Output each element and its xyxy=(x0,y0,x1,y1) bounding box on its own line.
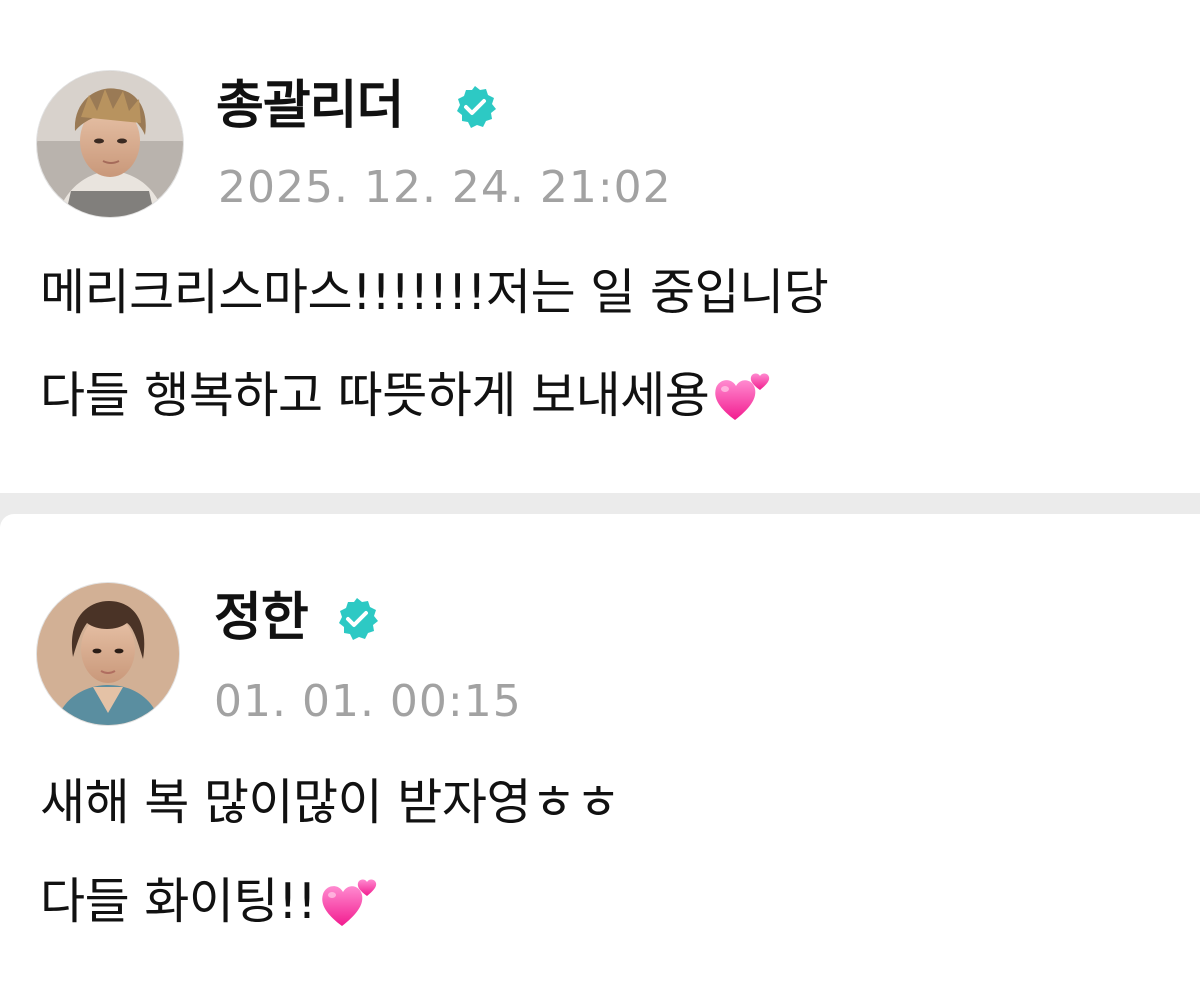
post-text-line: 새해 복 많이많이 받자영ㅎㅎ xyxy=(40,774,621,831)
post-text-line-with-emoji: 다들 화이팅!! xyxy=(40,870,382,930)
post-text-line: 메리크리스마스!!!!!!!저는 일 중입니당 xyxy=(40,264,829,321)
profile-photo-icon xyxy=(37,583,179,725)
two-hearts-icon xyxy=(322,879,377,926)
avatar[interactable] xyxy=(36,582,180,726)
post-text-line: 다들 행복하고 따뜻하게 보내세용 xyxy=(40,367,710,424)
author-name[interactable]: 정한 xyxy=(214,592,309,644)
post-text-line-with-emoji: 다들 행복하고 따뜻하게 보내세용 xyxy=(40,364,775,424)
post-timestamp: 2025. 12. 24. 21:02 xyxy=(218,162,672,213)
verified-badge-icon xyxy=(457,86,496,128)
profile-photo-icon xyxy=(37,71,183,217)
avatar[interactable] xyxy=(36,70,184,218)
verified-badge-icon xyxy=(339,598,378,640)
two-hearts-icon xyxy=(715,373,770,420)
post-text-line: 다들 화이팅!! xyxy=(40,873,317,930)
post-card: 정한 01. 01. 00:15 새해 복 많이많이 받자영ㅎㅎ 다들 화이팅!… xyxy=(0,514,1200,1000)
post-timestamp: 01. 01. 00:15 xyxy=(214,676,522,727)
author-name[interactable]: 총괄리더 xyxy=(216,80,404,132)
post-card: 총괄리더 2025. 12. 24. 21:02 메리크리스마스!!!!!!!저… xyxy=(0,0,1200,493)
